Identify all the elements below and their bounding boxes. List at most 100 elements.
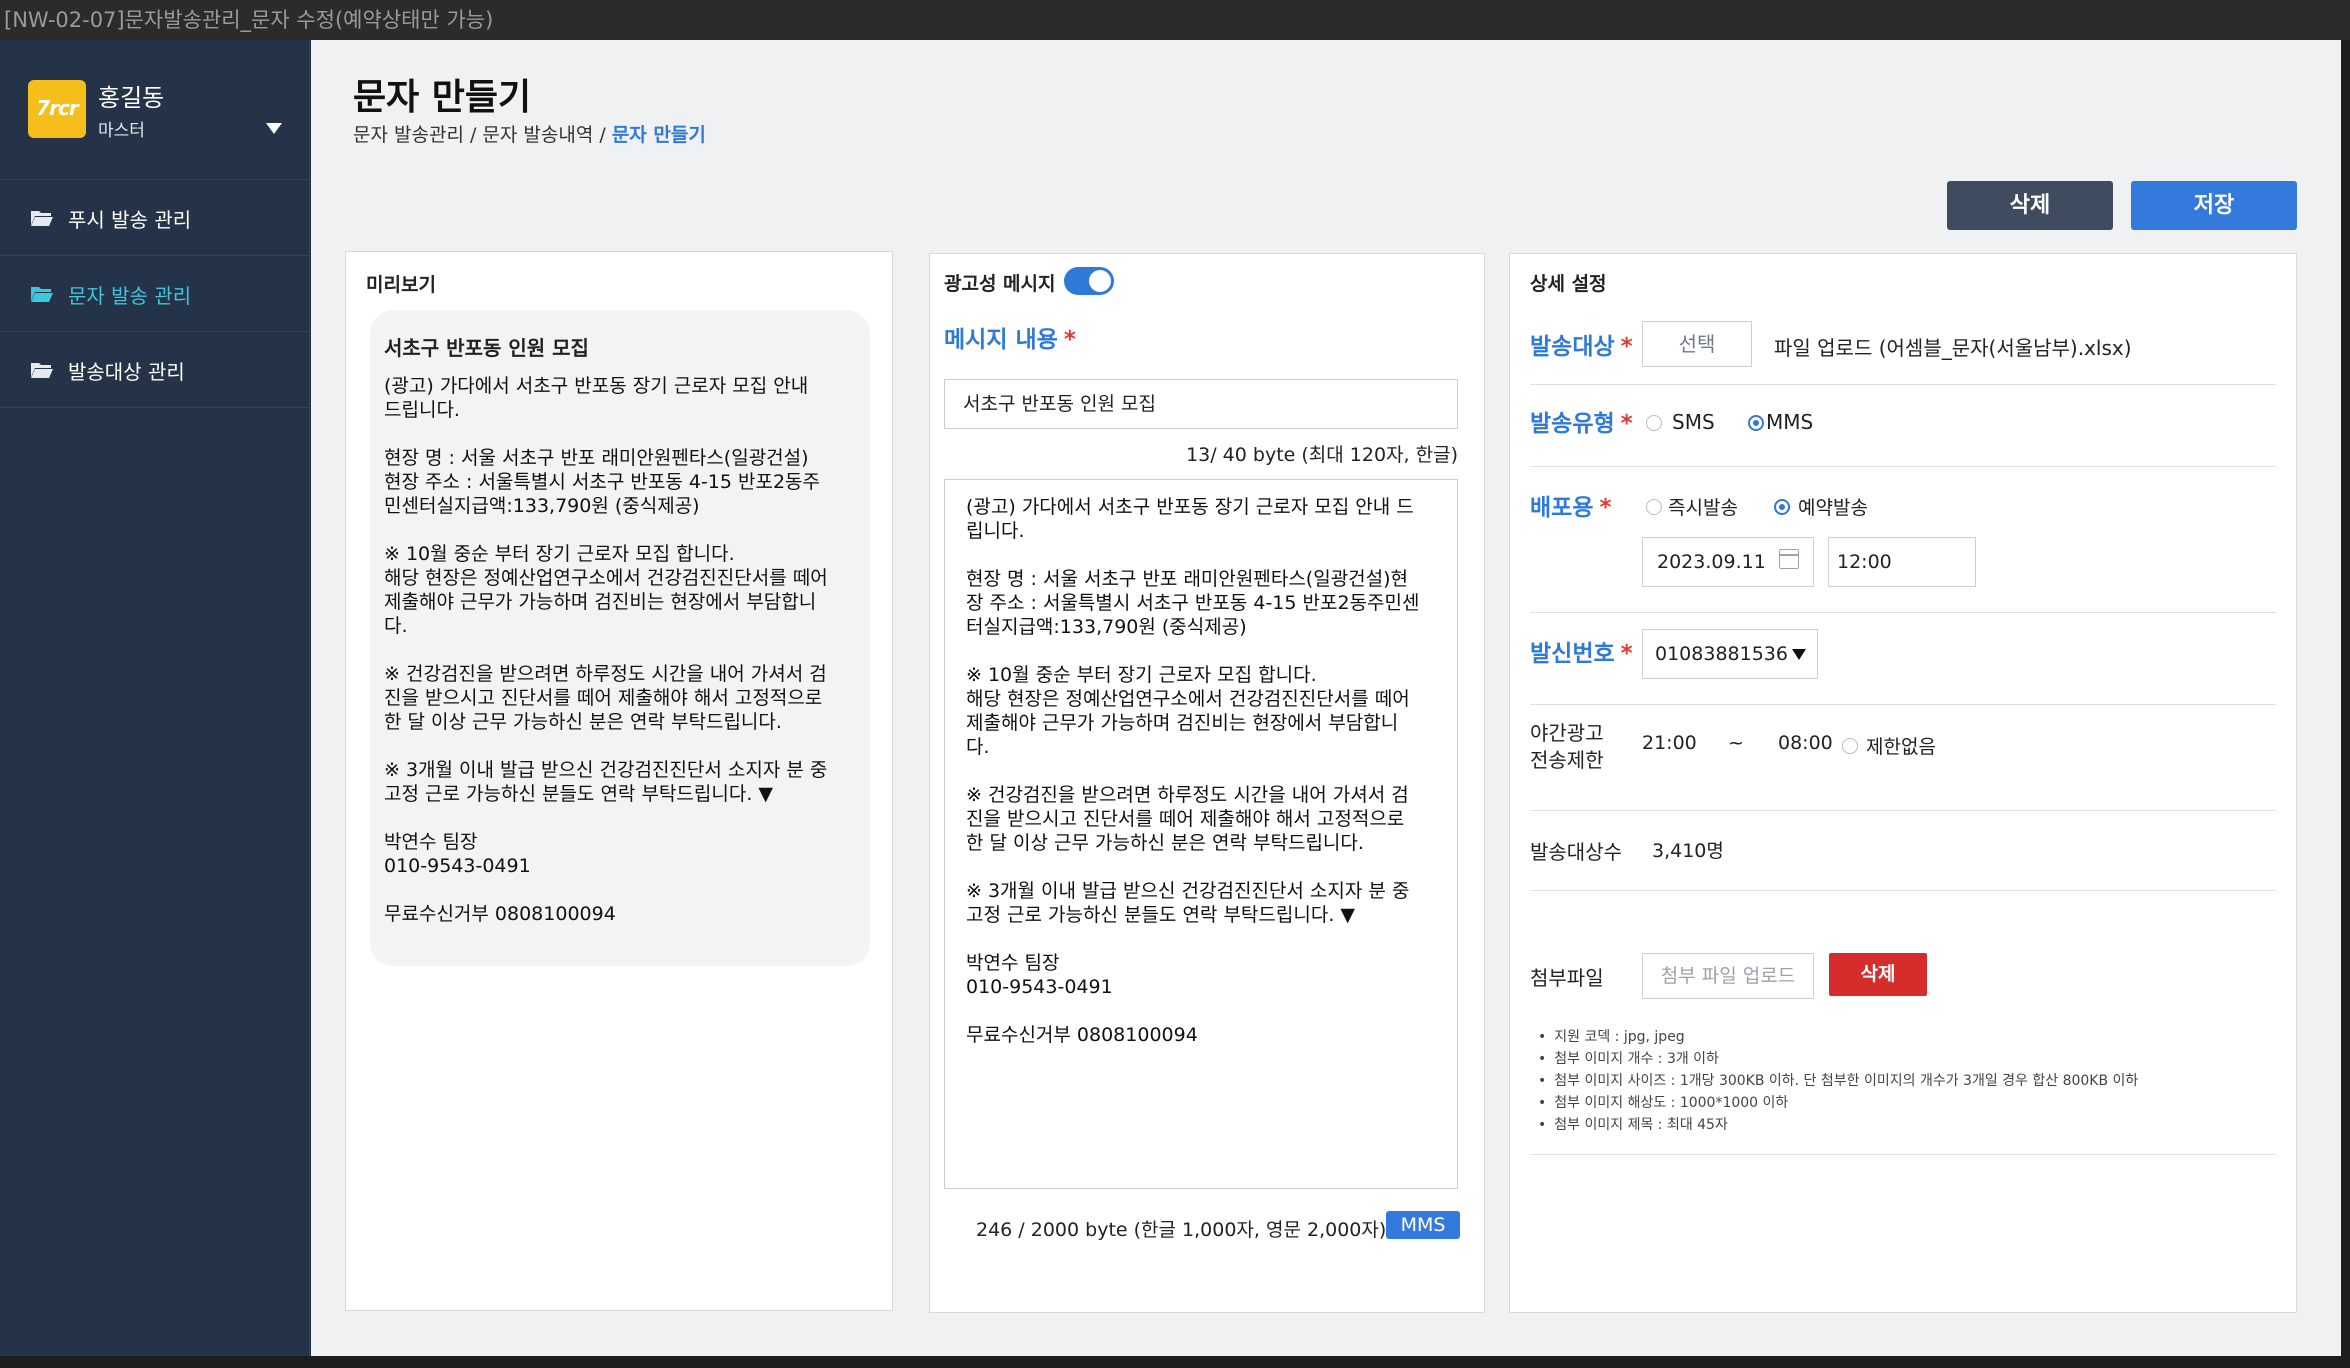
breadcrumb-item[interactable]: 문자 발송내역: [482, 124, 593, 146]
breadcrumb-separator: /: [593, 124, 612, 146]
message-type-badge: MMS: [1386, 1211, 1460, 1239]
attachment-delete-button[interactable]: 삭제: [1829, 953, 1927, 996]
note-item: 첨부 이미지 해상도 : 1000*1000 이하: [1538, 1092, 2138, 1114]
editor-panel: 광고성 메시지 메시지 내용 * 서초구 반포동 인원 모집 13/ 40 byt…: [929, 253, 1485, 1313]
user-profile[interactable]: 7rcr 홍길동 마스터: [0, 40, 310, 180]
target-label: 발송대상 *: [1530, 327, 1633, 361]
preview-title: 미리보기: [366, 274, 436, 296]
target-count-label: 발송대상수: [1530, 840, 1622, 864]
send-type-label: 발송유형 *: [1530, 404, 1633, 438]
required-mark: *: [1620, 641, 1633, 667]
preview-message-title: 서초구 반포동 인원 모집: [384, 336, 589, 360]
chevron-down-icon[interactable]: [1792, 649, 1806, 660]
message-preview-bubble: 서초구 반포동 인원 모집 (광고) 가다에서 서초구 반포동 장기 근로자 모…: [370, 310, 870, 966]
user-role: 마스터: [98, 121, 145, 141]
sidebar-item-label: 푸시 발송 관리: [68, 208, 192, 232]
radio-reserved[interactable]: [1774, 499, 1790, 515]
radio-night-unlimited[interactable]: [1842, 738, 1858, 754]
sidebar: 7rcr 홍길동 마스터 푸시 발송 관리 문자 발송 관리 발송대상 관리: [0, 40, 310, 1356]
save-button[interactable]: 저장: [2131, 181, 2297, 230]
sidebar-item-sms[interactable]: 문자 발송 관리: [0, 256, 310, 332]
title-byte-counter: 13/ 40 byte (최대 120자, 한글): [1186, 444, 1458, 466]
target-label-text: 발송대상: [1530, 334, 1615, 360]
divider: [1530, 890, 2276, 891]
breadcrumb: 문자 발송관리 / 문자 발송내역 / 문자 만들기: [353, 120, 706, 147]
night-end-time: 08:00: [1778, 732, 1833, 754]
night-ad-limit-label: 야간광고전송제한: [1530, 720, 1604, 774]
night-tilde: ~: [1728, 732, 1744, 754]
sidebar-item-target[interactable]: 발송대상 관리: [0, 332, 310, 408]
night-ad-limit-label-1: 야간광고: [1530, 721, 1604, 745]
radio-immediate[interactable]: [1646, 499, 1662, 515]
target-file-name: 파일 업로드 (어셈블_문자(서울남부).xlsx): [1774, 336, 2132, 360]
chevron-down-icon[interactable]: [266, 123, 282, 134]
note-item: 첨부 이미지 개수 : 3개 이하: [1538, 1048, 2138, 1070]
target-select-button[interactable]: 선택: [1642, 321, 1752, 367]
sender-number-label-text: 발신번호: [1530, 641, 1615, 667]
app-logo: 7rcr: [28, 80, 86, 138]
preview-message-body: (광고) 가다에서 서초구 반포동 장기 근로자 모집 안내 드립니다. 현장 …: [384, 375, 828, 925]
radio-mms-label: MMS: [1766, 410, 1814, 434]
attachment-notes: 지원 코덱 : jpg, jpeg 첨부 이미지 개수 : 3개 이하 첨부 이…: [1538, 1026, 2138, 1136]
attachment-upload-input[interactable]: 첨부 파일 업로드: [1642, 953, 1814, 999]
sidebar-item-label: 발송대상 관리: [68, 360, 185, 384]
note-item: 첨부 이미지 사이즈 : 1개당 300KB 이하. 단 첨부한 이미지의 개수…: [1538, 1070, 2138, 1092]
user-name: 홍길동: [98, 84, 165, 112]
main-content: 문자 만들기 문자 발송관리 / 문자 발송내역 / 문자 만들기 삭제 저장 …: [311, 40, 2341, 1356]
breadcrumb-item[interactable]: 문자 발송관리: [353, 124, 464, 146]
night-start-time: 21:00: [1642, 732, 1697, 754]
message-body-textarea[interactable]: (광고) 가다에서 서초구 반포동 장기 근로자 모집 안내 드 립니다. 현장…: [944, 479, 1458, 1189]
message-content-label-text: 메시지 내용: [944, 327, 1058, 353]
required-mark: *: [1620, 411, 1633, 437]
logo-text: 7rcr: [36, 96, 79, 120]
message-content-label: 메시지 내용 *: [944, 320, 1076, 354]
night-ad-limit-label-2: 전송제한: [1530, 748, 1604, 772]
body-byte-counter: 246 / 2000 byte (한글 1,000자, 영문 2,000자): [976, 1219, 1387, 1241]
send-type-label-text: 발송유형: [1530, 411, 1615, 437]
toggle-knob: [1089, 270, 1111, 292]
attachment-label: 첨부파일: [1530, 966, 1604, 990]
app-frame: 7rcr 홍길동 마스터 푸시 발송 관리 문자 발송 관리 발송대상 관리 문…: [0, 40, 2341, 1356]
distribution-label: 배포용 *: [1530, 488, 1612, 522]
delete-button[interactable]: 삭제: [1947, 181, 2113, 230]
sidebar-item-push[interactable]: 푸시 발송 관리: [0, 180, 310, 256]
required-mark: *: [1063, 327, 1076, 353]
breadcrumb-separator: /: [463, 124, 483, 146]
divider: [1530, 466, 2276, 467]
message-body-text: (광고) 가다에서 서초구 반포동 장기 근로자 모집 안내 드 립니다. 현장…: [966, 496, 1420, 1046]
radio-immediate-label: 즉시발송: [1668, 497, 1738, 519]
sender-number-value: 01083881536: [1655, 643, 1788, 665]
reserve-time-input[interactable]: 12:00: [1828, 537, 1976, 587]
folder-open-icon: [31, 211, 53, 226]
divider: [1530, 810, 2276, 811]
settings-panel: 상세 설정 발송대상 * 선택 파일 업로드 (어셈블_문자(서울남부).xlsx…: [1509, 253, 2297, 1313]
distribution-label-text: 배포용: [1530, 495, 1594, 521]
page-title: 문자 만들기: [353, 77, 532, 118]
ad-message-toggle[interactable]: [1064, 267, 1114, 295]
settings-title: 상세 설정: [1530, 273, 1607, 295]
breadcrumb-current: 문자 만들기: [611, 124, 706, 146]
radio-night-unlimited-label: 제한없음: [1866, 736, 1936, 758]
radio-sms[interactable]: [1646, 415, 1662, 431]
folder-open-icon: [31, 287, 53, 302]
ad-message-label: 광고성 메시지: [944, 273, 1056, 295]
sidebar-item-label: 문자 발송 관리: [68, 284, 192, 308]
note-item: 지원 코덱 : jpg, jpeg: [1538, 1026, 2138, 1048]
window-title: [NW-02-07]문자발송관리_문자 수정(예약상태만 가능): [0, 0, 2350, 40]
calendar-icon[interactable]: [1779, 549, 1799, 569]
message-title-input[interactable]: 서초구 반포동 인원 모집: [944, 379, 1458, 429]
sender-number-label: 발신번호 *: [1530, 634, 1633, 668]
folder-open-icon: [31, 363, 53, 378]
divider: [1530, 1154, 2276, 1155]
target-count-value: 3,410명: [1652, 840, 1724, 862]
preview-panel: 미리보기 서초구 반포동 인원 모집 (광고) 가다에서 서초구 반포동 장기 …: [345, 251, 893, 1311]
divider: [1530, 384, 2276, 385]
divider: [1530, 704, 2276, 705]
reserve-date-value: 2023.09.11: [1657, 551, 1766, 573]
divider: [1530, 612, 2276, 613]
required-mark: *: [1620, 334, 1633, 360]
note-item: 첨부 이미지 제목 : 최대 45자: [1538, 1114, 2138, 1136]
radio-mms[interactable]: [1748, 415, 1764, 431]
radio-reserved-label: 예약발송: [1798, 497, 1868, 519]
radio-sms-label: SMS: [1672, 410, 1715, 434]
